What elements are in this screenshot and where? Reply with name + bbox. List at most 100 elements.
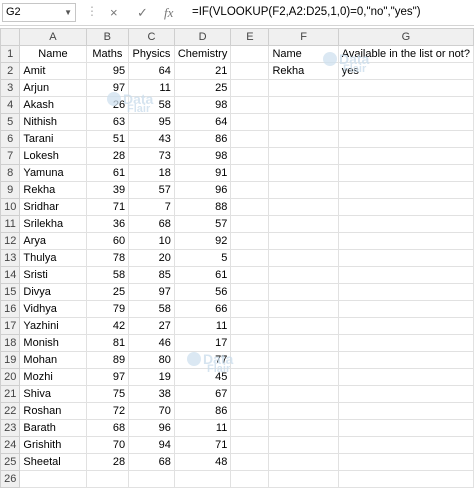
row-header[interactable]: 6 bbox=[0, 130, 21, 148]
cell-e11[interactable] bbox=[230, 215, 270, 233]
cell-a5[interactable]: Nithish bbox=[19, 113, 87, 131]
cell-g17[interactable] bbox=[337, 317, 474, 335]
cell-f2[interactable]: Rekha bbox=[268, 62, 339, 80]
cell-g6[interactable] bbox=[337, 130, 474, 148]
cell-g3[interactable] bbox=[337, 79, 474, 97]
name-box[interactable]: G2 ▼ bbox=[2, 3, 76, 22]
cell-f4[interactable] bbox=[268, 96, 339, 114]
cell-c24[interactable]: 94 bbox=[128, 436, 175, 454]
cell-e20[interactable] bbox=[230, 368, 270, 386]
column-header-c[interactable]: C bbox=[128, 28, 175, 46]
cell-e14[interactable] bbox=[230, 266, 270, 284]
cell-d26[interactable] bbox=[173, 470, 232, 488]
cell-e4[interactable] bbox=[230, 96, 270, 114]
column-header-e[interactable]: E bbox=[230, 28, 270, 46]
cell-c14[interactable]: 85 bbox=[128, 266, 175, 284]
cell-b9[interactable]: 39 bbox=[85, 181, 130, 199]
cell-e6[interactable] bbox=[230, 130, 270, 148]
row-header[interactable]: 1 bbox=[0, 45, 21, 63]
cell-f3[interactable] bbox=[268, 79, 339, 97]
cell-c13[interactable]: 20 bbox=[128, 249, 175, 267]
cell-c1[interactable]: Physics bbox=[128, 45, 175, 63]
cell-f17[interactable] bbox=[268, 317, 339, 335]
enter-icon[interactable]: ✓ bbox=[137, 3, 148, 22]
cell-b10[interactable]: 71 bbox=[85, 198, 130, 216]
cell-d14[interactable]: 61 bbox=[173, 266, 232, 284]
cell-f20[interactable] bbox=[268, 368, 339, 386]
cell-a23[interactable]: Barath bbox=[19, 419, 87, 437]
cell-e12[interactable] bbox=[230, 232, 270, 250]
cell-f6[interactable] bbox=[268, 130, 339, 148]
cell-b13[interactable]: 78 bbox=[85, 249, 130, 267]
cell-b25[interactable]: 28 bbox=[85, 453, 130, 471]
cell-f19[interactable] bbox=[268, 351, 339, 369]
column-header-f[interactable]: F bbox=[268, 28, 339, 46]
cell-b15[interactable]: 25 bbox=[85, 283, 130, 301]
cell-d2[interactable]: 21 bbox=[173, 62, 232, 80]
row-header[interactable]: 12 bbox=[0, 232, 21, 250]
cell-f1[interactable]: Name bbox=[268, 45, 339, 63]
row-header[interactable]: 15 bbox=[0, 283, 21, 301]
cell-f15[interactable] bbox=[268, 283, 339, 301]
row-header[interactable]: 17 bbox=[0, 317, 21, 335]
cell-g12[interactable] bbox=[337, 232, 474, 250]
row-header[interactable]: 5 bbox=[0, 113, 21, 131]
cell-g15[interactable] bbox=[337, 283, 474, 301]
cell-g18[interactable] bbox=[337, 334, 474, 352]
cell-g8[interactable] bbox=[337, 164, 474, 182]
cell-e19[interactable] bbox=[230, 351, 270, 369]
cell-d1[interactable]: Chemistry bbox=[173, 45, 232, 63]
cell-g14[interactable] bbox=[337, 266, 474, 284]
cell-f9[interactable] bbox=[268, 181, 339, 199]
cell-e7[interactable] bbox=[230, 147, 270, 165]
cell-b14[interactable]: 58 bbox=[85, 266, 130, 284]
cell-d22[interactable]: 86 bbox=[173, 402, 232, 420]
cell-b5[interactable]: 63 bbox=[85, 113, 130, 131]
cell-g24[interactable] bbox=[337, 436, 474, 454]
cell-c2[interactable]: 64 bbox=[128, 62, 175, 80]
select-all-corner[interactable] bbox=[0, 28, 21, 46]
cell-a15[interactable]: Divya bbox=[19, 283, 87, 301]
row-header[interactable]: 13 bbox=[0, 249, 21, 267]
cell-e8[interactable] bbox=[230, 164, 270, 182]
cell-c16[interactable]: 58 bbox=[128, 300, 175, 318]
cell-e21[interactable] bbox=[230, 385, 270, 403]
cell-f22[interactable] bbox=[268, 402, 339, 420]
cell-c5[interactable]: 95 bbox=[128, 113, 175, 131]
cell-e2[interactable] bbox=[230, 62, 270, 80]
row-header[interactable]: 2 bbox=[0, 62, 21, 80]
cell-g7[interactable] bbox=[337, 147, 474, 165]
cell-a21[interactable]: Shiva bbox=[19, 385, 87, 403]
cell-g5[interactable] bbox=[337, 113, 474, 131]
cell-f24[interactable] bbox=[268, 436, 339, 454]
cell-g26[interactable] bbox=[337, 470, 474, 488]
row-header[interactable]: 19 bbox=[0, 351, 21, 369]
cell-f16[interactable] bbox=[268, 300, 339, 318]
row-header[interactable]: 14 bbox=[0, 266, 21, 284]
cell-d12[interactable]: 92 bbox=[173, 232, 232, 250]
cell-b8[interactable]: 61 bbox=[85, 164, 130, 182]
row-header[interactable]: 24 bbox=[0, 436, 21, 454]
cell-c22[interactable]: 70 bbox=[128, 402, 175, 420]
cell-f26[interactable] bbox=[268, 470, 339, 488]
cell-d17[interactable]: 11 bbox=[173, 317, 232, 335]
cell-b2[interactable]: 95 bbox=[85, 62, 130, 80]
cell-c23[interactable]: 96 bbox=[128, 419, 175, 437]
cell-c19[interactable]: 80 bbox=[128, 351, 175, 369]
cell-b4[interactable]: 26 bbox=[85, 96, 130, 114]
cell-d10[interactable]: 88 bbox=[173, 198, 232, 216]
column-header-d[interactable]: D bbox=[173, 28, 232, 46]
cell-g9[interactable] bbox=[337, 181, 474, 199]
cell-g19[interactable] bbox=[337, 351, 474, 369]
cell-e9[interactable] bbox=[230, 181, 270, 199]
chevron-down-icon[interactable]: ▼ bbox=[64, 4, 72, 21]
cell-d24[interactable]: 71 bbox=[173, 436, 232, 454]
cell-f12[interactable] bbox=[268, 232, 339, 250]
formula-input[interactable]: =IF(VLOOKUP(F2,A2:D25,1,0)=0,"no","yes") bbox=[192, 3, 421, 22]
row-header[interactable]: 25 bbox=[0, 453, 21, 471]
row-header[interactable]: 18 bbox=[0, 334, 21, 352]
cell-c12[interactable]: 10 bbox=[128, 232, 175, 250]
cell-e13[interactable] bbox=[230, 249, 270, 267]
cell-a17[interactable]: Yazhini bbox=[19, 317, 87, 335]
cell-a13[interactable]: Thulya bbox=[19, 249, 87, 267]
